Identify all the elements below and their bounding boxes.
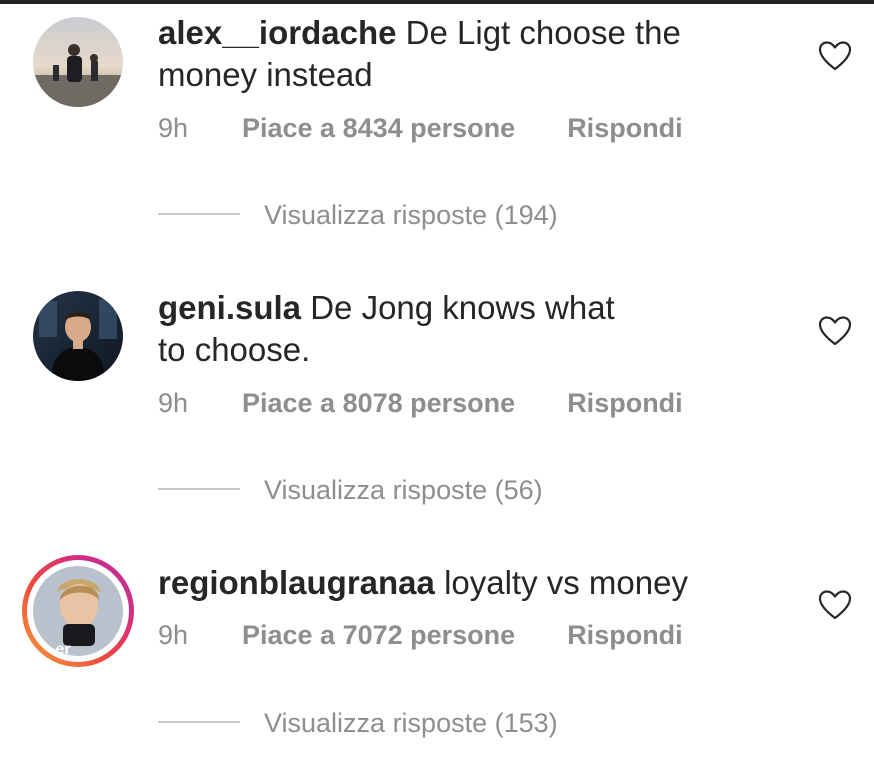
replies-divider — [158, 720, 240, 723]
comment-body-line2: money instead — [158, 56, 373, 93]
comment-username[interactable]: regionblaugranaa — [158, 564, 435, 601]
comment-meta: 9h Piace a 8434 persone Rispondi — [158, 113, 683, 144]
reply-button[interactable]: Rispondi — [567, 388, 683, 419]
story-ring[interactable]: .er — [22, 555, 134, 667]
comment-body: De Ligt choose the — [405, 14, 681, 51]
comment-body: De Jong knows what — [310, 289, 615, 326]
view-replies-label: Visualizza risposte (194) — [264, 200, 558, 230]
comment-meta: 9h Piace a 7072 persone Rispondi — [158, 620, 683, 651]
comment-time: 9h — [158, 620, 189, 650]
heart-outline-icon[interactable] — [818, 40, 852, 72]
heart-outline-icon[interactable] — [818, 315, 852, 347]
comment-likes[interactable]: Piace a 7072 persone — [242, 620, 515, 651]
avatar[interactable]: .er — [33, 566, 123, 656]
comment-text: geni.sula De Jong knows what to choose. — [158, 287, 718, 371]
comment-time: 9h — [158, 113, 189, 143]
comment-text: alex__iordache De Ligt choose the money … — [158, 12, 718, 96]
comment-username[interactable]: alex__iordache — [158, 14, 396, 51]
heart-outline-icon[interactable] — [818, 589, 852, 621]
comment-body-line2: to choose. — [158, 331, 311, 368]
replies-divider — [158, 487, 240, 490]
comment-username[interactable]: geni.sula — [158, 289, 301, 326]
comment-likes[interactable]: Piace a 8078 persone — [242, 388, 515, 419]
view-replies-button[interactable]: Visualizza risposte (194) — [158, 200, 558, 231]
comment-meta: 9h Piace a 8078 persone Rispondi — [158, 388, 683, 419]
comment-time: 9h — [158, 388, 189, 418]
avatar[interactable] — [33, 17, 123, 107]
avatar[interactable] — [33, 291, 123, 381]
top-border — [0, 0, 874, 4]
view-replies-button[interactable]: Visualizza risposte (56) — [158, 475, 543, 506]
reply-button[interactable]: Rispondi — [567, 113, 683, 144]
comment-likes[interactable]: Piace a 8434 persone — [242, 113, 515, 144]
view-replies-label: Visualizza risposte (56) — [264, 475, 543, 505]
comment-text: regionblaugranaa loyalty vs money — [158, 562, 718, 604]
comment-body: loyalty vs money — [444, 564, 688, 601]
reply-button[interactable]: Rispondi — [567, 620, 683, 651]
view-replies-label: Visualizza risposte (153) — [264, 708, 558, 738]
view-replies-button[interactable]: Visualizza risposte (153) — [158, 708, 558, 739]
replies-divider — [158, 212, 240, 215]
